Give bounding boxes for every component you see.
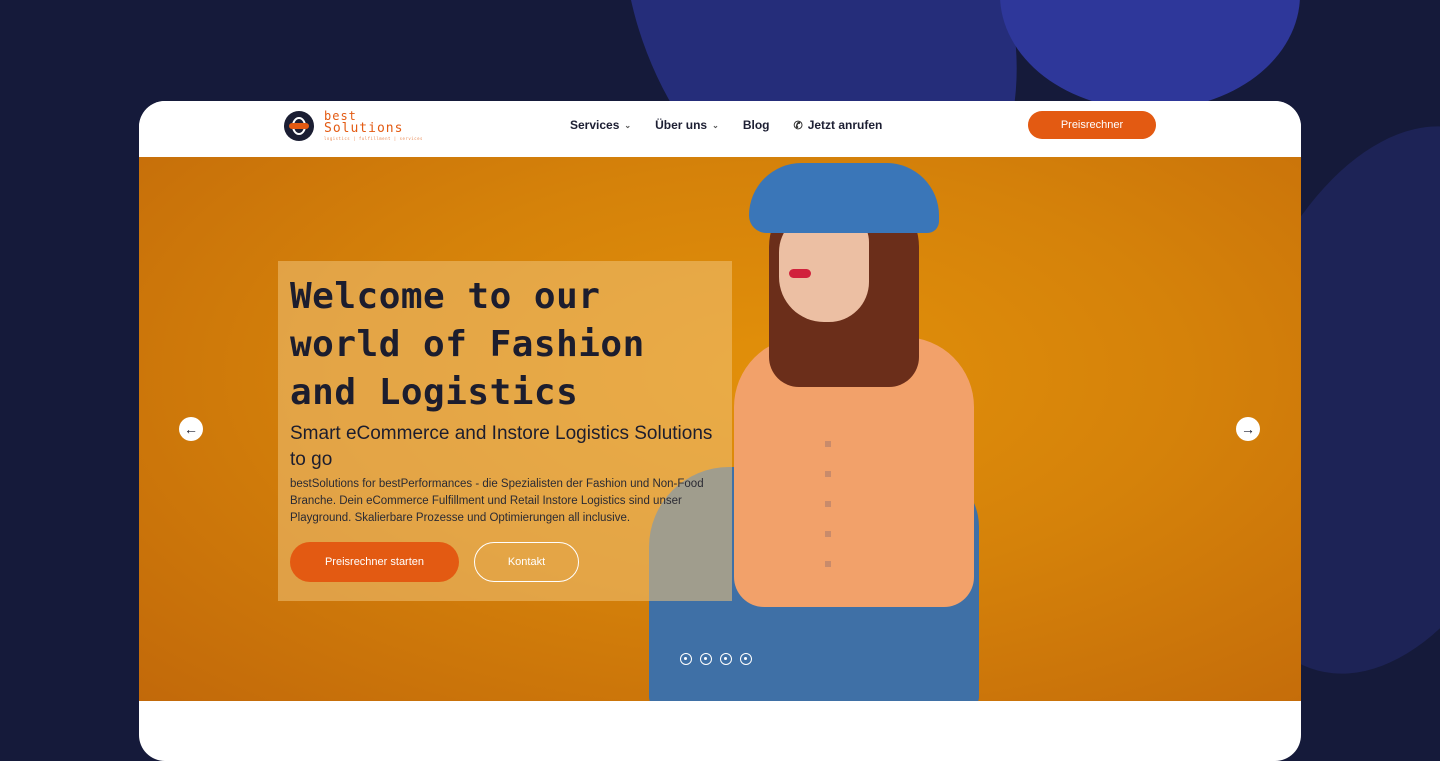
background-shape bbox=[1000, 0, 1300, 110]
nav-item-blog[interactable]: Blog bbox=[743, 118, 770, 132]
chevron-down-icon: ⌄ bbox=[624, 120, 632, 130]
arrow-left-icon[interactable]: ← bbox=[179, 417, 203, 441]
site-header: best Solutions logistics | fulfillment |… bbox=[139, 101, 1301, 157]
slider-dot[interactable] bbox=[740, 653, 752, 665]
logo-tagline: logistics | fulfillment | services bbox=[324, 136, 423, 141]
preisrechner-button[interactable]: Preisrechner bbox=[1028, 111, 1156, 139]
preisrechner-starten-button[interactable]: Preisrechner starten bbox=[290, 542, 459, 582]
kontakt-button[interactable]: Kontakt bbox=[474, 542, 579, 582]
logo-text: best Solutions logistics | fulfillment |… bbox=[324, 110, 423, 141]
nav-item-about[interactable]: Über uns ⌄ bbox=[655, 118, 719, 132]
hero-subtitle: Smart eCommerce and Instore Logistics So… bbox=[290, 423, 713, 470]
slider-dot[interactable] bbox=[680, 653, 692, 665]
phone-icon: ✆ bbox=[793, 119, 803, 132]
logo-mark-icon bbox=[284, 110, 314, 141]
nav-item-services[interactable]: Services ⌄ bbox=[570, 118, 631, 132]
site-logo[interactable]: best Solutions logistics | fulfillment |… bbox=[284, 110, 423, 141]
main-nav: Services ⌄ Über uns ⌄ Blog ✆ Jetzt anruf… bbox=[570, 118, 882, 132]
nav-label-blog: Blog bbox=[742, 118, 770, 132]
arrow-right-icon[interactable]: → bbox=[1236, 417, 1260, 441]
hero-description: bestSolutions for bestPerformances - die… bbox=[290, 478, 704, 524]
nav-item-call[interactable]: ✆ Jetzt anrufen bbox=[793, 118, 882, 132]
slider-dot[interactable] bbox=[720, 653, 732, 665]
nav-label-about: Über uns bbox=[655, 118, 708, 132]
nav-label-call: Jetzt anrufen bbox=[807, 118, 883, 132]
slider-pagination bbox=[680, 653, 752, 665]
nav-label-services: Services bbox=[570, 118, 620, 132]
browser-frame: best Solutions logistics | fulfillment |… bbox=[139, 101, 1301, 761]
chevron-down-icon: ⌄ bbox=[712, 120, 719, 130]
logo-line2: Solutions bbox=[324, 121, 404, 136]
slider-dot[interactable] bbox=[700, 653, 712, 665]
hero-title: Welcome to our world of Fashion and Logi… bbox=[290, 276, 645, 413]
hero-slider: Welcome to our world of Fashion and Logi… bbox=[139, 157, 1301, 701]
